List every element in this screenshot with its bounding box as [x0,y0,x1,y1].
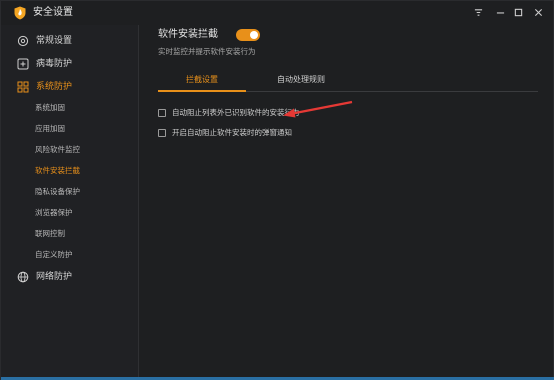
maximize-button[interactable] [511,5,525,19]
checkbox[interactable] [158,129,166,137]
section-title: 软件安装拦截 [158,29,218,40]
sidebar-subitem-label: 软件安装拦截 [35,166,80,175]
checkbox[interactable] [158,109,166,117]
grid-icon [17,81,29,93]
tab-bar: 拦截设置 自动处理规则 [158,72,538,92]
main-panel: 软件安装拦截 实时监控并提示软件安装行为 拦截设置 自动处理规则 自动阻止列表外… [140,25,553,377]
sidebar-subitem-label: 自定义防护 [35,250,73,259]
menu-icon [474,8,482,16]
settings-window: 安全设置 常规设置 病毒防护 系统防护 系统加固 应用加固 风险软件监控 软件安… [0,0,554,380]
option-label: 自动阻止列表外已识别软件的安装行为 [172,108,300,117]
globe-icon [17,271,29,283]
section-description: 实时监控并提示软件安装行为 [158,47,256,56]
sidebar-subitem-system-hardening[interactable]: 系统加固 [1,99,139,117]
minimize-icon [496,11,504,13]
sidebar-subitem-software-install-block[interactable]: 软件安装拦截 [1,162,139,180]
option-auto-block-unlisted[interactable]: 自动阻止列表外已识别软件的安装行为 [158,106,398,120]
sidebar-subitem-custom-protection[interactable]: 自定义防护 [1,246,139,264]
sidebar-item-general-settings[interactable]: 常规设置 [1,31,139,51]
sidebar-subitem-label: 风险软件监控 [35,145,80,154]
sidebar-subitem-privacy-device-protection[interactable]: 隐私设备保护 [1,183,139,201]
sidebar-item-label: 常规设置 [36,36,73,46]
sidebar-item-label: 网络防护 [36,272,73,282]
option-label: 开启自动阻止软件安装时的弹窗通知 [172,128,292,137]
gear-icon [17,35,29,47]
toggle-knob [250,31,258,39]
sidebar-subitem-label: 隐私设备保护 [35,187,80,196]
tab-block-settings[interactable]: 拦截设置 [158,72,246,92]
sidebar-subitem-label: 系统加固 [35,103,65,112]
sidebar-subitem-label: 联网控制 [35,229,65,238]
option-block-popup-notify[interactable]: 开启自动阻止软件安装时的弹窗通知 [158,126,398,140]
sidebar-subitem-browser-protection[interactable]: 浏览器保护 [1,204,139,222]
maximize-icon [514,8,522,16]
sidebar-item-label: 病毒防护 [36,59,73,69]
sidebar-subitem-label: 应用加固 [35,124,65,133]
close-icon [534,8,542,16]
sidebar-subitem-app-hardening[interactable]: 应用加固 [1,120,139,138]
app-title: 安全设置 [33,7,73,18]
sidebar-item-label: 系统防护 [36,82,73,92]
sidebar-subitem-risk-software-monitor[interactable]: 风险软件监控 [1,141,139,159]
title-bar: 安全设置 [1,1,554,25]
sidebar-item-system-protection[interactable]: 系统防护 [1,77,139,97]
sidebar-item-virus-protection[interactable]: 病毒防护 [1,54,139,74]
tab-auto-rules[interactable]: 自动处理规则 [254,72,348,92]
sidebar-subitem-network-control[interactable]: 联网控制 [1,225,139,243]
minimize-button[interactable] [493,5,507,19]
menu-button[interactable] [471,5,485,19]
sidebar: 常规设置 病毒防护 系统防护 系统加固 应用加固 风险软件监控 软件安装拦截 隐… [1,25,139,377]
close-button[interactable] [531,5,545,19]
plus-square-icon [17,58,29,70]
install-block-toggle[interactable] [236,29,260,41]
shield-logo-icon [14,6,26,20]
sidebar-subitem-label: 浏览器保护 [35,208,73,217]
sidebar-item-network-protection[interactable]: 网络防护 [1,267,139,287]
